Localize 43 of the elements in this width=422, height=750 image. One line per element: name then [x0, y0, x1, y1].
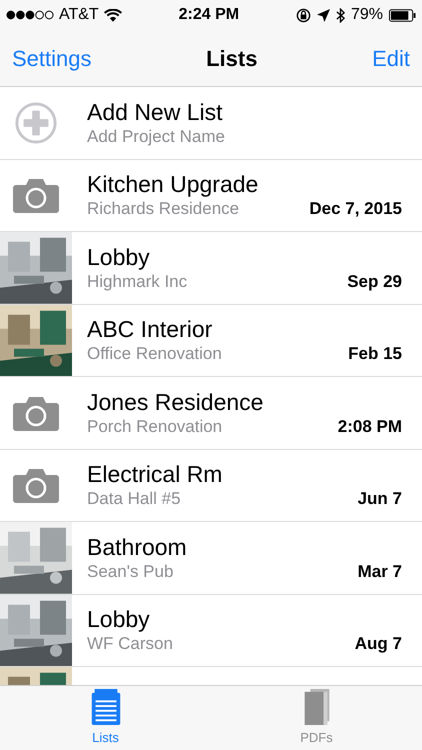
list-date: Sep 29	[347, 270, 402, 293]
list-title: Lobby	[87, 242, 151, 271]
battery-percent: 79%	[350, 5, 383, 25]
list-subtitle: Porch Renovation	[87, 416, 222, 438]
list-title: Add New List	[87, 98, 224, 126]
settings-button[interactable]: Settings	[12, 42, 92, 74]
notepad-icon	[90, 688, 120, 724]
list-subtitle: Office Renovation	[87, 343, 222, 366]
list-subtitle: Richards Residence	[87, 198, 240, 220]
tab-bar-item[interactable]: Lists	[0, 686, 211, 750]
list-date: Mar 7	[358, 560, 402, 583]
list-title: Bathroom	[87, 532, 188, 561]
carrier-name: AT&T	[59, 5, 99, 25]
camera-icon	[13, 177, 59, 214]
list-title: ABC Interior	[87, 315, 214, 344]
list-title: Kitchen Upgrade	[87, 170, 260, 198]
status-time: 2:24 PM	[178, 5, 240, 25]
book-icon	[304, 688, 330, 724]
list-date: Feb 15	[348, 343, 402, 366]
location-icon	[316, 8, 330, 22]
list-subtitle: Sean's Pub	[87, 560, 174, 583]
list-subtitle: Add Project Name	[87, 126, 225, 148]
list-subtitle: Data Hall #5	[87, 488, 181, 510]
battery-icon	[388, 8, 416, 22]
list-date: 2:08 PM	[338, 416, 402, 438]
bluetooth-icon	[336, 8, 345, 22]
list-subtitle: Highmark Inc	[87, 270, 188, 293]
list-date: Aug 7	[354, 633, 402, 656]
camera-icon	[13, 394, 59, 431]
edit-button[interactable]: Edit	[372, 42, 410, 74]
rotation-lock-icon	[296, 8, 311, 22]
page-title: Lists	[206, 44, 258, 72]
wifi-icon	[104, 8, 122, 22]
list-date: Jun 7	[358, 488, 402, 510]
list-date: Dec 7, 2015	[309, 198, 402, 220]
list-title: Jones Residence	[87, 388, 264, 416]
list-title: Lobby	[87, 605, 151, 634]
list-title: Electrical Rm	[87, 460, 224, 488]
camera-icon	[13, 467, 59, 504]
add-icon	[15, 102, 57, 144]
signal-icon	[6, 10, 54, 20]
list-subtitle: WF Carson	[87, 633, 173, 656]
tab-bar-item[interactable]: PDFs	[211, 686, 422, 750]
